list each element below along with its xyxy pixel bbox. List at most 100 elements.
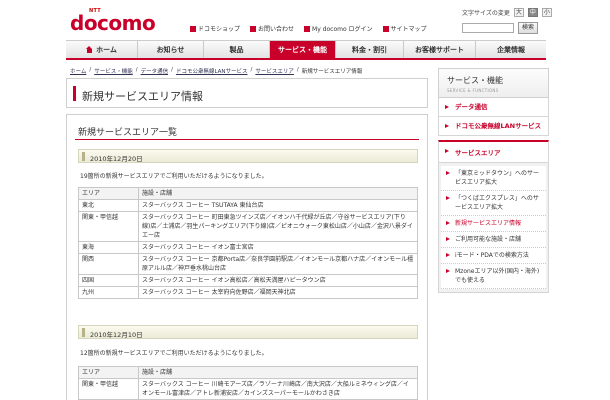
tab-pricing[interactable]: 料金・割引 [336, 41, 404, 58]
tab-home[interactable]: ホーム [66, 41, 138, 58]
font-size-label: 文字サイズの変更 [462, 10, 510, 17]
page-title-box: 新規サービスエリア情報 [66, 78, 428, 108]
header-link-docomo-shop[interactable]: ドコモショップ [190, 24, 240, 33]
section-note: 12箇所の新規サービスエリアでご利用いただけるようになりました。 [80, 350, 268, 357]
cell-facility: スターバックス コーヒー 太宰府向佐野店／福岡天神北店 [138, 286, 418, 299]
side-item-new-areas[interactable]: 新規サービスエリア情報 [441, 216, 546, 232]
date-heading: 2010年12月10日 [78, 325, 418, 339]
page-title: 新規サービスエリア情報 [82, 90, 203, 103]
header-link-mydocomo-login[interactable]: My docomo ログイン [304, 24, 373, 33]
breadcrumb-sep: / [89, 67, 92, 73]
breadcrumb-sep: / [135, 67, 138, 73]
cell-area: 関東・甲信越 [78, 378, 139, 400]
date-marker-icon [82, 152, 85, 161]
main-content: 新規サービスエリア情報 新規サービスエリア一覧 2010年12月20日 19箇所… [66, 78, 428, 400]
home-icon [86, 46, 93, 53]
arrow-right-icon [446, 221, 450, 225]
table-row: 東北 スターバックス コーヒー TSUTAYA 東仙台店 [78, 199, 418, 212]
header-links: ドコモショップ お問い合わせ My docomo ログイン サイトマップ [190, 24, 427, 33]
table-row: 東海 スターバックス コーヒー イオン富士宮店 [78, 241, 418, 254]
breadcrumb-data[interactable]: データ通信 [141, 67, 169, 75]
table-header-row: エリア 施設・店舗 [78, 187, 418, 200]
search-input[interactable] [462, 23, 514, 33]
arrow-right-icon [446, 253, 450, 257]
breadcrumb-sep: / [250, 67, 253, 73]
cell-area: 東北 [78, 199, 139, 212]
area-table: エリア 施設・店舗 東北 スターバックス コーヒー TSUTAYA 東仙台店 関… [78, 187, 418, 299]
font-size-medium-button[interactable]: 中 [527, 8, 538, 17]
breadcrumb-wifi[interactable]: ドコモ公衆無線LANサービス [176, 67, 248, 75]
table-row: 関東・甲信越 スターバックス コーヒー 川崎モアーズ店／ラゾーナ川崎店／南大沢店… [78, 378, 418, 400]
table-row: 九州 スターバックス コーヒー 太宰府向佐野店／福岡天神北店 [78, 286, 418, 299]
header-link-contact[interactable]: お問い合わせ [250, 24, 294, 33]
arrow-right-icon [446, 269, 450, 273]
bullet-icon [250, 25, 257, 32]
col-header-facility: 施設・店舗 [138, 187, 418, 200]
bullet-icon [304, 25, 311, 32]
arrow-right-icon [445, 149, 449, 153]
font-size-small-button[interactable]: 小 [541, 8, 552, 17]
area-list-panel: 新規サービスエリア一覧 2010年12月20日 19箇所の新規サービスエリアでご… [66, 114, 428, 400]
cell-facility: スターバックス コーヒー 町田東急ツインズ店／イオンハ千代緑が丘店／守谷サービス… [138, 211, 418, 242]
table-row: 関東・甲信越 スターバックス コーヒー 町田東急ツインズ店／イオンハ千代緑が丘店… [78, 211, 418, 242]
breadcrumb-area[interactable]: サービスエリア [255, 67, 294, 75]
header-link-sitemap[interactable]: サイトマップ [382, 24, 427, 33]
site-header: NTT docomo 文字サイズの変更 大 中 小 ドコモショップ お問い合わせ… [0, 0, 610, 40]
cell-area: 東海 [78, 241, 139, 254]
col-header-area: エリア [78, 187, 139, 200]
cell-facility: スターバックス コーヒー イオン高松店／高松天満屋ハピータウン店 [138, 274, 418, 287]
cell-facility: スターバックス コーヒー イオン富士宮店 [138, 241, 418, 254]
panel-heading: 新規サービスエリア一覧 [78, 128, 178, 138]
cell-facility: スターバックス コーヒー 川崎モアーズ店／ラゾーナ川崎店／南大沢店／大船ルミネウ… [138, 378, 418, 400]
side-item-tsukuba[interactable]: 「つくばエクスプレス」へのサービスエリア拡大 [441, 191, 546, 216]
area-table: エリア 施設・店舗 関東・甲信越 スターバックス コーヒー 川崎モアーズ店／ラゾ… [78, 366, 418, 400]
col-header-area: エリア [78, 366, 139, 379]
side-sub-list: 「東京ミッドタウン」へのサービスエリア拡大 「つくばエクスプレス」へのサービスエ… [438, 163, 549, 293]
search-button[interactable]: 検索 [518, 22, 538, 34]
font-size-large-button[interactable]: 大 [513, 8, 524, 17]
breadcrumb-current: 新規サービスエリア情報 [301, 69, 363, 75]
section-note: 19箇所の新規サービスエリアでご利用いただけるようになりました。 [80, 173, 268, 180]
arrow-right-icon [446, 196, 450, 200]
table-header-row: エリア 施設・店舗 [78, 366, 418, 379]
side-cat-wifi[interactable]: ドコモ公衆無線LANサービス [438, 117, 549, 136]
divider [75, 139, 419, 140]
cell-area: 四国 [78, 274, 139, 287]
cell-facility: スターバックス コーヒー 京都Porta店／奈良学園前駅店／イオンモール京都ハナ… [138, 253, 418, 275]
side-nav-header: サービス・機能 SERVICE & FUNCTIONS [438, 68, 549, 98]
tab-products[interactable]: 製品 [204, 41, 270, 58]
breadcrumb-services[interactable]: サービス・機能 [94, 67, 133, 75]
cell-facility: スターバックス コーヒー TSUTAYA 東仙台店 [138, 199, 418, 212]
title-accent-bar [73, 86, 76, 101]
arrow-right-icon [446, 171, 450, 175]
table-row: 関西 スターバックス コーヒー 京都Porta店／奈良学園前駅店／イオンモール京… [78, 253, 418, 275]
breadcrumb: ホーム / サービス・機能 / データ通信 / ドコモ公衆無線LANサービス /… [70, 67, 362, 75]
cell-area: 九州 [78, 286, 139, 299]
side-nav-subtitle: SERVICE & FUNCTIONS [447, 88, 499, 93]
cell-area: 関東・甲信越 [78, 211, 139, 242]
side-cat-data[interactable]: データ通信 [438, 98, 549, 117]
table-row: 四国 スターバックス コーヒー イオン高松店／高松天満屋ハピータウン店 [78, 274, 418, 287]
side-nav-title: サービス・機能 [447, 76, 503, 85]
global-nav: ホーム お知らせ 製品 サービス・機能 料金・割引 お客様サポート 企業情報 [66, 40, 546, 60]
tab-support[interactable]: お客様サポート [404, 41, 476, 58]
arrow-right-icon [445, 124, 449, 128]
date-marker-icon [82, 328, 85, 337]
arrow-right-icon [445, 105, 449, 109]
side-item-facilities[interactable]: ご利用可能な施設・店舗 [441, 232, 546, 248]
breadcrumb-sep: / [296, 67, 299, 73]
bullet-icon [190, 25, 196, 32]
breadcrumb-sep: / [171, 67, 173, 73]
tab-corporate[interactable]: 企業情報 [476, 41, 546, 58]
bullet-icon [382, 25, 389, 32]
font-size-changer: 文字サイズの変更 大 中 小 [462, 8, 552, 17]
tab-news[interactable]: お知らせ [138, 41, 204, 58]
breadcrumb-home[interactable]: ホーム [70, 67, 86, 75]
tab-services[interactable]: サービス・機能 [270, 41, 336, 58]
side-item-imode-search[interactable]: iモード・PDAでの検索方法 [441, 248, 546, 264]
side-cat-area[interactable]: サービスエリア [438, 140, 549, 163]
cell-area: 関西 [78, 253, 139, 275]
side-item-midtown[interactable]: 「東京ミッドタウン」へのサービスエリア拡大 [441, 166, 546, 191]
arrow-right-icon [446, 237, 450, 241]
side-item-outside-mzone[interactable]: Mzoneエリア以外(国内・海外)でも使える [441, 264, 546, 289]
